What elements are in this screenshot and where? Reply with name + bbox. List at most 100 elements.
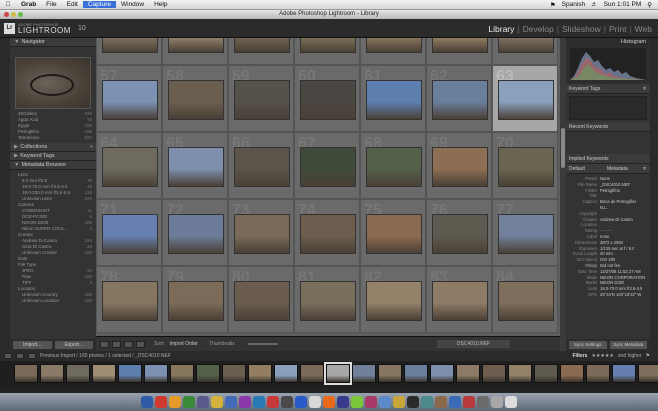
dock-app-icon[interactable] xyxy=(211,396,223,408)
grid-cell[interactable] xyxy=(162,38,228,65)
dock-app-icon[interactable] xyxy=(141,396,153,408)
photo-thumbnail[interactable] xyxy=(102,147,158,187)
menu-help[interactable]: Help xyxy=(149,1,172,8)
rating-filter-stars[interactable]: ★★★★★ xyxy=(591,353,613,359)
photo-thumbnail[interactable] xyxy=(498,281,554,321)
photo-thumbnail[interactable] xyxy=(366,214,422,254)
filmstrip-thumbnail[interactable] xyxy=(508,364,532,383)
dock-app-icon[interactable] xyxy=(155,396,167,408)
dock-app-icon[interactable] xyxy=(253,396,265,408)
metadata-value[interactable]: Andrew Di Castro xyxy=(600,217,633,223)
input-language[interactable]: Spanish xyxy=(562,1,586,8)
grid-cell[interactable]: 83 xyxy=(426,266,492,333)
grid-cell[interactable]: 76 xyxy=(426,199,492,266)
filmstrip-thumbnail[interactable] xyxy=(456,364,480,383)
keyword-tags-field[interactable] xyxy=(569,96,647,120)
photo-thumbnail[interactable] xyxy=(300,38,356,53)
photo-thumbnail[interactable] xyxy=(432,38,488,53)
dock-app-icon[interactable] xyxy=(435,396,447,408)
grid-cell[interactable]: 68 xyxy=(360,132,426,199)
photo-thumbnail[interactable] xyxy=(432,147,488,187)
metadata-section[interactable]: Default Metadata ▼ xyxy=(566,164,650,174)
minimize-window-button[interactable] xyxy=(11,12,16,17)
dock-app-icon[interactable] xyxy=(477,396,489,408)
filmstrip-thumbnail[interactable] xyxy=(248,364,272,383)
dock-app-icon[interactable] xyxy=(197,396,209,408)
loupe-view-icon[interactable] xyxy=(112,340,121,348)
collections-header[interactable]: ▶ Collections + xyxy=(10,143,96,152)
grid-cell[interactable]: 62 xyxy=(426,65,492,132)
dock-app-icon[interactable] xyxy=(323,396,335,408)
survey-view-icon[interactable] xyxy=(136,340,145,348)
photo-thumbnail[interactable] xyxy=(498,38,554,53)
filmstrip-thumbnail[interactable] xyxy=(40,364,64,383)
second-window-icon[interactable] xyxy=(4,353,12,359)
thumbnail-size-slider[interactable] xyxy=(247,343,278,345)
module-web[interactable]: Web xyxy=(635,24,652,34)
navigator-preview[interactable] xyxy=(15,57,91,109)
grid-cell[interactable]: 65 xyxy=(162,132,228,199)
menu-capture[interactable]: Capture xyxy=(82,1,116,8)
filmstrip-thumbnail[interactable] xyxy=(378,364,402,383)
metadata-value[interactable]: N.L. xyxy=(600,205,608,211)
filmstrip-thumbnail[interactable] xyxy=(170,364,194,383)
photo-thumbnail[interactable] xyxy=(234,80,290,120)
filmstrip-thumbnail[interactable] xyxy=(118,364,142,383)
apple-menu-icon[interactable]:  xyxy=(0,1,16,8)
grid-cell[interactable]: 61 xyxy=(360,65,426,132)
photo-thumbnail[interactable] xyxy=(366,147,422,187)
filmstrip-thumbnail[interactable] xyxy=(66,364,90,383)
photo-thumbnail[interactable] xyxy=(300,281,356,321)
dock-app-icon[interactable] xyxy=(309,396,321,408)
grid-cell[interactable]: 69 xyxy=(426,132,492,199)
grid-cell[interactable]: 74 xyxy=(294,199,360,266)
filmstrip-thumbnail[interactable] xyxy=(300,364,324,383)
dock-app-icon[interactable] xyxy=(337,396,349,408)
grid-cell[interactable]: 84 xyxy=(492,266,558,333)
photo-thumbnail[interactable] xyxy=(168,147,224,187)
dock-app-icon[interactable] xyxy=(267,396,279,408)
dock-app-icon[interactable] xyxy=(351,396,363,408)
grid-cell[interactable]: 77 xyxy=(492,199,558,266)
grid-cell[interactable]: 64 xyxy=(96,132,162,199)
photo-thumbnail[interactable] xyxy=(234,214,290,254)
grid-cell[interactable]: 63 xyxy=(492,65,558,132)
metadata-browser-item[interactable]: Unknown Location 165 xyxy=(14,298,92,304)
filmstrip-thumbnail[interactable] xyxy=(352,364,376,383)
keyword-tags-header[interactable]: ▶ Keyword Tags xyxy=(10,152,96,161)
sort-order-select[interactable]: Import Order xyxy=(170,341,198,347)
menu-file[interactable]: File xyxy=(41,1,61,8)
photo-thumbnail[interactable] xyxy=(300,80,356,120)
photo-thumbnail[interactable] xyxy=(102,281,158,321)
close-window-button[interactable] xyxy=(4,12,9,17)
dock-app-icon[interactable] xyxy=(407,396,419,408)
grid-cell[interactable] xyxy=(96,38,162,65)
rating-filter-mode[interactable]: and higher xyxy=(618,353,642,359)
photo-thumbnail[interactable] xyxy=(168,80,224,120)
dock-app-icon[interactable] xyxy=(281,396,293,408)
grid-cell[interactable] xyxy=(426,38,492,65)
filmstrip-thumbnail[interactable] xyxy=(482,364,506,383)
dock-app-icon[interactable] xyxy=(239,396,251,408)
export-button[interactable]: Export... xyxy=(54,341,93,349)
filmstrip-thumbnail[interactable] xyxy=(274,364,298,383)
module-slideshow[interactable]: Slideshow xyxy=(562,24,601,34)
grid-cell[interactable]: 57 xyxy=(96,65,162,132)
dock-app-icon[interactable] xyxy=(505,396,517,408)
grid-cell[interactable]: 81 xyxy=(294,266,360,333)
grid-cell[interactable] xyxy=(294,38,360,65)
module-library[interactable]: Library xyxy=(488,24,514,34)
dock-app-icon[interactable] xyxy=(183,396,195,408)
spotlight-icon[interactable]: ⚲ xyxy=(647,1,652,9)
photo-thumbnail[interactable] xyxy=(366,80,422,120)
zoom-window-button[interactable] xyxy=(18,12,23,17)
grid-cell[interactable] xyxy=(492,38,558,65)
filmstrip-thumbnail[interactable] xyxy=(404,364,428,383)
photo-thumbnail[interactable] xyxy=(168,214,224,254)
metadata-browser-header[interactable]: ▼ Metadata Browser xyxy=(10,161,96,170)
photo-thumbnail[interactable] xyxy=(432,214,488,254)
dock-app-icon[interactable] xyxy=(393,396,405,408)
right-edge-toggle[interactable] xyxy=(650,38,658,351)
grid-cell[interactable]: 67 xyxy=(294,132,360,199)
dock-app-icon[interactable] xyxy=(463,396,475,408)
